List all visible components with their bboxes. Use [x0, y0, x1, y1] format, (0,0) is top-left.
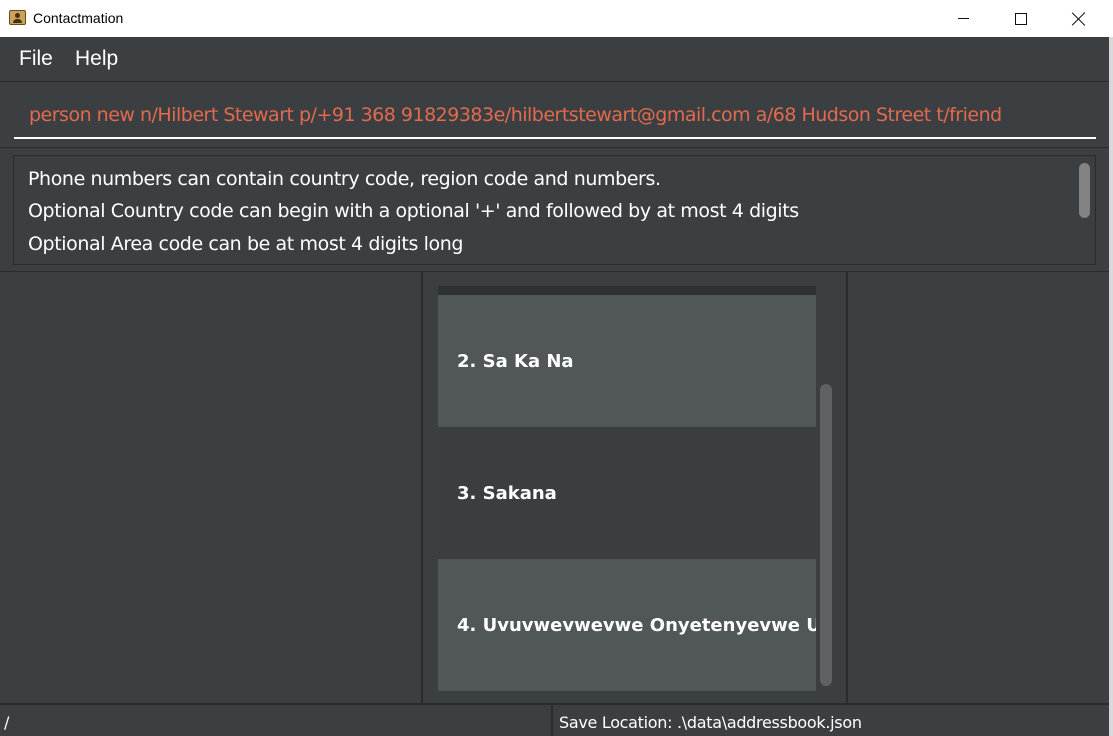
window-title: Contactmation [33, 10, 124, 26]
person-card[interactable]: 3. Sakana [438, 427, 816, 559]
result-line: Optional Country code can begin with a o… [28, 200, 799, 222]
menu-help[interactable]: Help [75, 47, 118, 71]
result-line: Optional Area code can be at most 4 digi… [28, 233, 464, 255]
maximize-button[interactable] [992, 0, 1050, 37]
list-item-partial[interactable] [438, 286, 816, 295]
person-list: 2. Sa Ka Na 3. Sakana 4. Uvuvwevwevwe On… [438, 286, 816, 691]
left-panel [0, 272, 423, 703]
status-bar: / Save Location: .\data\addressbook.json [0, 703, 1109, 736]
minimize-button[interactable] [934, 0, 992, 37]
person-name: 2. Sa Ka Na [457, 350, 574, 372]
person-name: 3. Sakana [457, 482, 557, 504]
save-location: Save Location: .\data\addressbook.json [559, 713, 862, 732]
command-box [0, 82, 1109, 148]
title-bar: Contactmation [0, 0, 1113, 37]
person-list-panel: 2. Sa Ka Na 3. Sakana 4. Uvuvwevwevwe On… [425, 272, 848, 703]
person-card[interactable]: 2. Sa Ka Na [438, 295, 816, 427]
status-path: / [4, 713, 10, 732]
window-edge [1109, 37, 1113, 736]
person-card[interactable]: 4. Uvuvwevwevwe Onyetenyevwe U... [438, 559, 816, 691]
result-display[interactable]: Phone numbers can contain country code, … [13, 155, 1096, 265]
person-list-scrollbar[interactable] [820, 384, 832, 686]
right-panel [850, 272, 1109, 703]
result-display-area: Phone numbers can contain country code, … [0, 148, 1109, 272]
command-input[interactable] [14, 92, 1096, 139]
minimize-icon [957, 18, 969, 19]
person-name: 4. Uvuvwevwevwe Onyetenyevwe U... [457, 614, 816, 636]
menu-bar: File Help [0, 37, 1109, 82]
menu-file[interactable]: File [19, 47, 53, 71]
result-line: Phone numbers can contain country code, … [28, 168, 661, 190]
close-icon [1072, 12, 1086, 26]
contact-book-icon [9, 10, 26, 25]
close-button[interactable] [1050, 0, 1108, 37]
maximize-icon [1015, 12, 1027, 25]
result-scrollbar[interactable] [1079, 163, 1090, 218]
status-left-section: / [0, 705, 553, 736]
